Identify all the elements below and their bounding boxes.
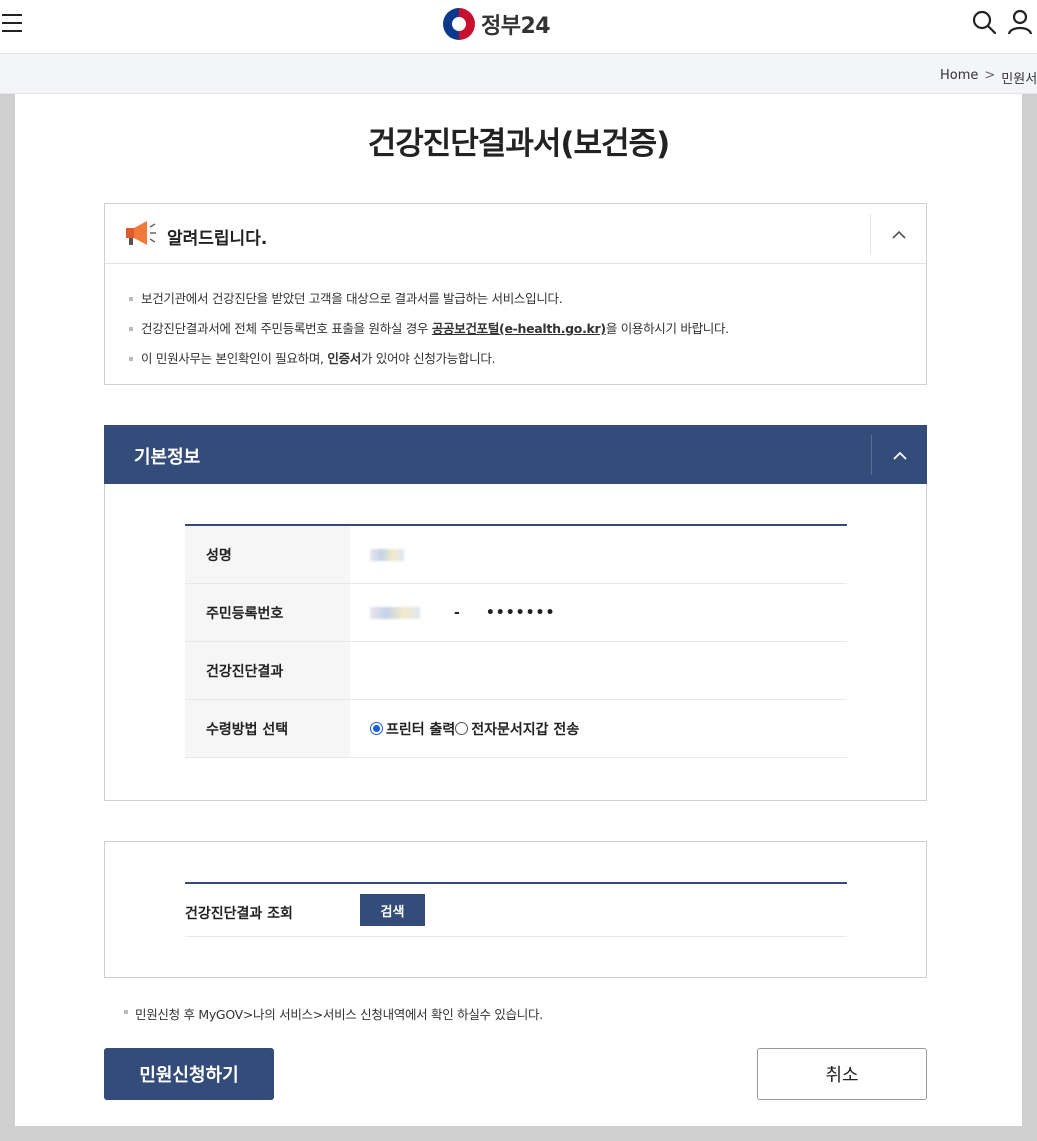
receive-method-label: 수령방법 선택 <box>185 700 350 757</box>
lookup-table: 건강진단결과 조회 검색 <box>185 882 847 937</box>
notice-list: 보건기관에서 건강진단을 받았던 고객을 대상으로 결과서를 발급하는 서비스입… <box>105 264 926 374</box>
radio-selected-icon <box>370 722 383 735</box>
table-row: 건강진단결과 <box>185 642 847 700</box>
menu-icon[interactable] <box>2 14 22 32</box>
radio-unselected-icon <box>455 722 469 735</box>
breadcrumb-current[interactable]: 민원서비 <box>1001 68 1037 87</box>
name-value <box>350 526 847 583</box>
basic-info-table: 성명 주민등록번호 - ••••••• 건강진단결과 수령방법 선택 프린터 출… <box>185 524 847 758</box>
basic-info-title: 기본정보 <box>134 447 201 468</box>
cancel-button[interactable]: 취소 <box>757 1048 927 1100</box>
top-header: 정부24 <box>0 0 1037 54</box>
rrn-value: - ••••••• <box>350 584 847 641</box>
logo-text: 정부24 <box>481 14 551 39</box>
redacted-name <box>370 548 404 561</box>
rrn-label: 주민등록번호 <box>185 584 350 641</box>
table-row: 수령방법 선택 프린터 출력 전자문서지갑 전송 <box>185 700 847 758</box>
notice-title: 알려드립니다. <box>167 229 268 249</box>
notice-item: 이 민원사무는 본인확인이 필요하며, 인증서가 있어야 신청가능합니다. <box>129 344 926 374</box>
site-logo[interactable]: 정부24 <box>443 8 551 40</box>
radio-e-wallet-send[interactable]: 전자문서지갑 전송 <box>455 719 579 739</box>
basic-info-header: 기본정보 <box>104 425 927 484</box>
breadcrumb-home[interactable]: Home <box>940 68 978 87</box>
notice-item: 건강진단결과서에 전체 주민등록번호 표출을 원하실 경우 공공보건포털(e-h… <box>129 314 926 344</box>
name-label: 성명 <box>185 526 350 583</box>
lookup-panel: 건강진단결과 조회 검색 <box>104 841 927 978</box>
chevron-up-icon <box>891 230 906 239</box>
rrn-masked-back: ••••••• <box>485 604 556 621</box>
table-row: 성명 <box>185 526 847 584</box>
notice-collapse-button[interactable] <box>870 214 926 254</box>
result-label: 건강진단결과 <box>185 642 350 699</box>
e-health-link[interactable]: 공공보건포털(e-health.go.kr) <box>432 321 606 336</box>
basic-info-body: 성명 주민등록번호 - ••••••• 건강진단결과 수령방법 선택 프린터 출… <box>104 484 927 801</box>
footnote-text: 민원신청 후 MyGOV>나의 서비스>서비스 신청내역에서 확인 하실수 있습… <box>124 1004 543 1023</box>
table-row: 주민등록번호 - ••••••• <box>185 584 847 642</box>
search-icon[interactable] <box>971 9 997 35</box>
notice-item: 보건기관에서 건강진단을 받았던 고객을 대상으로 결과서를 발급하는 서비스입… <box>129 284 926 314</box>
breadcrumb-separator: > <box>984 68 996 83</box>
user-icon[interactable] <box>1007 9 1033 35</box>
lookup-label: 건강진단결과 조회 <box>185 906 293 922</box>
lookup-search-button[interactable]: 검색 <box>360 894 425 926</box>
chevron-up-icon <box>892 451 907 460</box>
rrn-dash: - <box>454 604 460 621</box>
result-value <box>350 642 847 699</box>
redacted-rrn-front <box>370 606 420 619</box>
radio-printer-output[interactable]: 프린터 출력 <box>370 719 455 739</box>
breadcrumb: Home > 민원서비 <box>940 68 1037 87</box>
breadcrumb-bar: Home > 민원서비 <box>0 54 1037 94</box>
receive-method-options: 프린터 출력 전자문서지갑 전송 <box>350 700 847 757</box>
notice-panel: 알려드립니다. 보건기관에서 건강진단을 받았던 고객을 대상으로 결과서를 발… <box>104 203 927 385</box>
megaphone-icon <box>126 221 156 245</box>
basic-info-collapse-button[interactable] <box>871 435 927 475</box>
taegeuk-logo-icon <box>443 8 475 40</box>
apply-button[interactable]: 민원신청하기 <box>104 1048 274 1100</box>
notice-header: 알려드립니다. <box>105 204 926 264</box>
page-title: 건강진단결과서(보건증) <box>367 126 671 162</box>
